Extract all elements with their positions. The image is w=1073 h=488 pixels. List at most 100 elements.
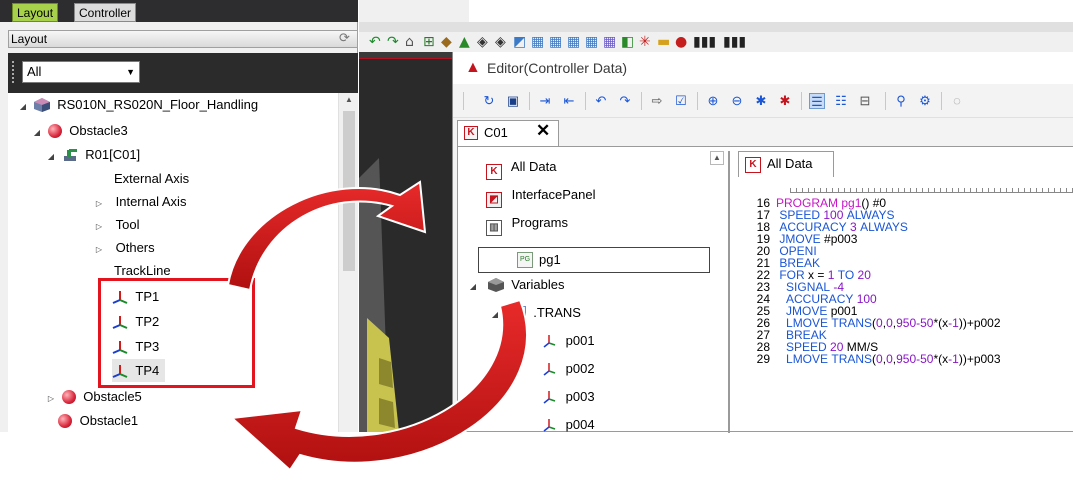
data-item-trans[interactable]: ◢ .TRANS xyxy=(488,299,581,327)
tab-all-data[interactable]: K All Data xyxy=(738,151,834,177)
tree-item-label: Internal Axis xyxy=(115,194,187,209)
chevron-down-icon[interactable]: ▼ xyxy=(126,62,135,82)
trans-icon xyxy=(509,306,526,320)
tab-all-data-label: All Data xyxy=(767,156,813,171)
tree-item-obstacle1[interactable]: Obstacle1 xyxy=(58,409,138,432)
data-item-variables[interactable]: ◢ Variables xyxy=(466,271,564,299)
data-tree-scrollbar[interactable]: ▲ xyxy=(710,151,726,433)
obstacle-icon xyxy=(47,124,62,138)
delete-line-icon[interactable]: ⊖ xyxy=(729,93,745,109)
import-icon[interactable]: ⇤ xyxy=(561,93,577,109)
tree-item-workcell[interactable]: ◢ RS010N_RS020N_Floor_Handling xyxy=(16,93,258,116)
scroll-up-icon[interactable]: ▲ xyxy=(710,151,724,165)
tree-scrollbar[interactable]: ▲ xyxy=(338,93,358,432)
obstacle-icon xyxy=(61,390,76,404)
svg-text:◆: ◆ xyxy=(441,34,452,50)
tab-c01-label: C01 xyxy=(484,125,508,140)
code-pane: K All Data 16 PROGRAM pg1() #0 17 SPEED 10… xyxy=(728,151,1073,433)
toolbar-separator xyxy=(463,92,464,110)
svg-text:◧: ◧ xyxy=(621,34,634,50)
scroll-up-icon[interactable]: ▲ xyxy=(339,95,359,109)
data-item-interface-panel[interactable]: ◩ InterfacePanel xyxy=(486,181,595,209)
filter-toolbar: All ▼ xyxy=(8,53,358,93)
expand-icon[interactable]: ▷ xyxy=(92,238,106,261)
collapse-icon[interactable]: ◢ xyxy=(44,145,58,168)
svg-text:▲: ▲ xyxy=(459,34,470,50)
svg-text:▬: ▬ xyxy=(657,34,670,50)
numbered-list-icon[interactable]: ☷ xyxy=(833,93,849,109)
tree-item-label: Tool xyxy=(115,217,140,232)
toolbar-grip-icon[interactable] xyxy=(12,61,17,83)
code-editor[interactable]: 16 PROGRAM pg1() #0 17 SPEED 100 ALWAYS 18 … xyxy=(730,197,1073,365)
undo-icon[interactable]: ↶ xyxy=(593,93,609,109)
toolbar-separator xyxy=(801,92,802,110)
data-item-pg1[interactable]: PG pg1 xyxy=(478,247,710,273)
data-item-all-data[interactable]: K All Data xyxy=(486,153,556,181)
tree-item-label: TrackLine xyxy=(114,263,171,278)
collapse-icon[interactable]: ◢ xyxy=(488,301,502,329)
step-icon[interactable]: ⇨ xyxy=(649,93,665,109)
tree-item-label: Obstacle1 xyxy=(79,413,139,428)
svg-text:▦: ▦ xyxy=(549,34,562,50)
tree-item-obstacle5[interactable]: ▷ Obstacle5 xyxy=(44,385,142,408)
filter-select[interactable]: All ▼ xyxy=(22,61,140,83)
check-icon[interactable]: ☑ xyxy=(673,93,689,109)
collapse-icon[interactable]: ◢ xyxy=(16,95,30,118)
svg-text:◩: ◩ xyxy=(513,34,526,50)
tree-item-tool[interactable]: ▷ Tool xyxy=(92,213,140,238)
tree-item-robot[interactable]: ◢ R01[C01] xyxy=(44,143,140,166)
svg-text:◈: ◈ xyxy=(477,34,488,50)
tree-item-external-axis[interactable]: External Axis xyxy=(114,167,189,190)
scrollbar-thumb[interactable] xyxy=(343,111,355,271)
export-icon[interactable]: ⇥ xyxy=(537,93,553,109)
tree-item-obstacle3[interactable]: ◢ Obstacle3 xyxy=(30,119,128,142)
data-item-p004[interactable]: p004 xyxy=(542,411,595,439)
delete-point-icon[interactable]: ✱ xyxy=(777,93,793,109)
data-item-p003[interactable]: p003 xyxy=(542,383,595,411)
collapse-icon[interactable]: ◢ xyxy=(30,121,44,144)
svg-text:↶: ↶ xyxy=(369,34,381,50)
code-line[interactable]: 29 LMOVE TRANS(0,0,950-50*(x-1))+p003 xyxy=(730,353,1073,365)
svg-text:▦: ▦ xyxy=(585,34,598,50)
data-item-programs[interactable]: ▥ Programs xyxy=(486,209,568,237)
insert-line-icon[interactable]: ⊕ xyxy=(705,93,721,109)
data-item-label: .TRANS xyxy=(533,305,581,320)
redo-icon[interactable]: ↷ xyxy=(617,93,633,109)
tab-c01[interactable]: K C01 ✕ xyxy=(457,120,559,146)
svg-text:▦: ▦ xyxy=(531,34,544,50)
reload-icon[interactable]: ↻ xyxy=(481,93,497,109)
data-item-p001[interactable]: p001 xyxy=(542,327,595,355)
controller-icon: K xyxy=(745,157,761,173)
toolbar-icons[interactable]: ↶ ↷ ⌂ ⊞ ◆ ▲ ◈ ◈ ◩ ▦ ▦ ▦ ▦ ▦ ◧ ✳ ▬ ● ▮▮▮ … xyxy=(369,30,1069,52)
expand-icon[interactable]: ▷ xyxy=(44,387,58,410)
insert-point-icon[interactable]: ✱ xyxy=(753,93,769,109)
point-icon xyxy=(542,386,558,404)
search-icon[interactable]: ⚲ xyxy=(893,93,909,109)
tree-item-internal-axis[interactable]: ▷ Internal Axis xyxy=(92,190,187,215)
tree-item-label: RS010N_RS020N_Floor_Handling xyxy=(57,97,259,112)
misc-icon[interactable]: ◌ xyxy=(949,93,965,109)
editor-body: K All Data ◩ InterfacePanel ▥ Programs P… xyxy=(457,146,1073,433)
editor-title: Editor(Controller Data) xyxy=(487,60,628,76)
save-icon[interactable]: ▣ xyxy=(505,93,521,109)
tree-item-label: Obstacle3 xyxy=(69,123,128,138)
controller-data-tree: K All Data ◩ InterfacePanel ▥ Programs P… xyxy=(466,153,710,433)
gear-icon[interactable]: ⚙ xyxy=(917,93,933,109)
data-item-p002[interactable]: p002 xyxy=(542,355,595,383)
collapse-icon[interactable]: ◢ xyxy=(466,273,480,301)
tp-highlight-box xyxy=(98,278,255,388)
main-toolbar: ↶ ↷ ⌂ ⊞ ◆ ▲ ◈ ◈ ◩ ▦ ▦ ▦ ▦ ▦ ◧ ✳ ▬ ● ▮▮▮ … xyxy=(359,22,1073,52)
refresh-icon[interactable]: ⟳ xyxy=(339,31,353,45)
close-icon[interactable]: ✕ xyxy=(536,121,550,141)
layout-dropdown-icon[interactable]: ⊟ xyxy=(857,93,873,109)
tab-controller[interactable]: Controller xyxy=(74,3,137,22)
svg-text:◈: ◈ xyxy=(495,34,506,50)
app-logo-icon: ▲ xyxy=(465,59,481,76)
list-view-icon[interactable]: ☰ xyxy=(809,93,825,109)
expand-icon[interactable]: ▷ xyxy=(92,192,106,215)
expand-icon[interactable]: ▷ xyxy=(92,215,106,238)
tree-item-others[interactable]: ▷ Others xyxy=(92,236,155,259)
tab-layout[interactable]: Layout xyxy=(12,3,59,22)
svg-text:▮▮▮: ▮▮▮ xyxy=(723,34,746,50)
svg-text:●: ● xyxy=(675,34,687,50)
